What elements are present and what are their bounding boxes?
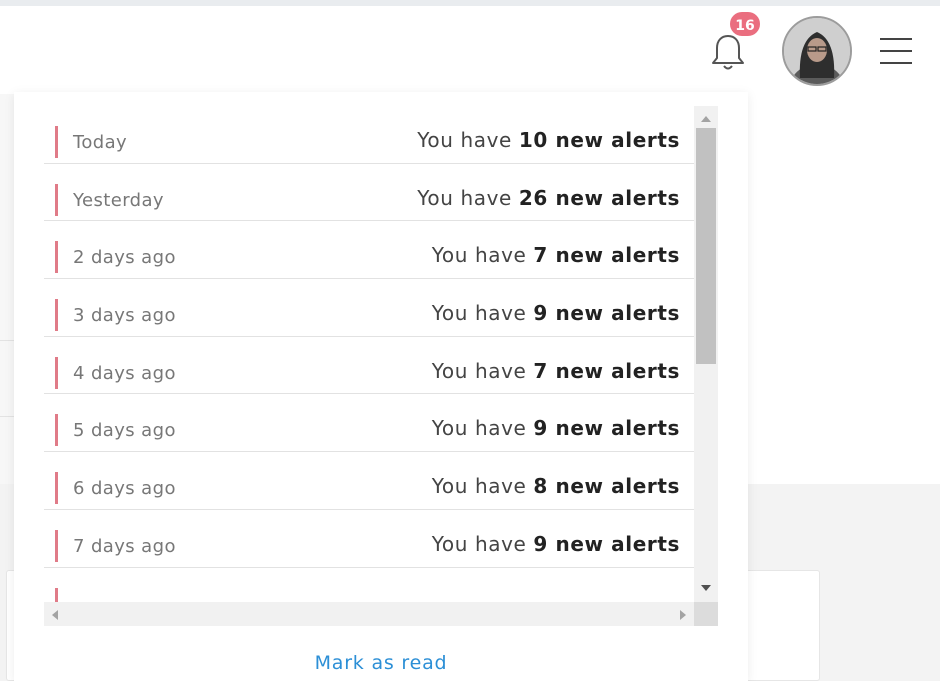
scroll-down-arrow-icon[interactable] bbox=[701, 585, 711, 591]
notifications-list: Today You have 10 new alerts Yesterday Y… bbox=[44, 106, 694, 616]
horizontal-scrollbar[interactable] bbox=[44, 602, 694, 626]
scrollbar-corner bbox=[694, 602, 718, 626]
notification-time: 2 days ago bbox=[73, 247, 176, 269]
scroll-up-arrow-icon[interactable] bbox=[701, 116, 711, 122]
user-avatar[interactable] bbox=[782, 16, 852, 86]
notification-time: 6 days ago bbox=[73, 478, 176, 500]
notification-count-badge: 16 bbox=[728, 10, 762, 38]
mark-as-read-link[interactable]: Mark as read bbox=[14, 652, 748, 674]
notification-item[interactable]: Today You have 10 new alerts bbox=[44, 106, 694, 164]
background-divider bbox=[0, 340, 14, 341]
notification-time: Yesterday bbox=[73, 189, 164, 211]
notification-accent-bar bbox=[55, 183, 58, 216]
notification-message: You have 10 new alerts bbox=[417, 128, 680, 152]
notification-accent-bar bbox=[55, 126, 58, 158]
notification-message: You have 9 new alerts bbox=[431, 416, 680, 441]
vertical-scrollbar[interactable] bbox=[694, 106, 718, 602]
notification-item[interactable]: 2 days ago You have 7 new alerts bbox=[44, 221, 694, 280]
notification-accent-bar bbox=[55, 241, 58, 274]
notification-message: You have 7 new alerts bbox=[431, 243, 680, 268]
notification-item[interactable]: 4 days ago You have 7 new alerts bbox=[44, 337, 694, 395]
notification-message: You have 7 new alerts bbox=[431, 358, 680, 383]
notification-accent-bar bbox=[55, 529, 58, 562]
notification-time: 3 days ago bbox=[73, 305, 176, 327]
notification-message: You have 26 new alerts bbox=[417, 185, 680, 210]
notification-item[interactable]: 6 days ago You have 8 new alerts bbox=[44, 452, 694, 510]
vertical-scroll-thumb[interactable] bbox=[696, 128, 716, 364]
notification-message: You have 9 new alerts bbox=[431, 301, 680, 326]
notification-time: 5 days ago bbox=[73, 420, 176, 442]
notification-time: Today bbox=[73, 132, 128, 153]
notification-item[interactable]: 5 days ago You have 9 new alerts bbox=[44, 394, 694, 453]
notification-accent-bar bbox=[55, 472, 58, 505]
notification-item[interactable]: 3 days ago You have 9 new alerts bbox=[44, 279, 694, 337]
notifications-list-viewport: Today You have 10 new alerts Yesterday Y… bbox=[44, 106, 718, 626]
notifications-dropdown: Today You have 10 new alerts Yesterday Y… bbox=[14, 92, 748, 681]
notification-accent-bar bbox=[55, 356, 58, 389]
scroll-right-arrow-icon[interactable] bbox=[680, 610, 686, 620]
notification-item[interactable]: 7 days ago You have 9 new alerts bbox=[44, 510, 694, 568]
background-divider bbox=[0, 416, 14, 417]
notification-item[interactable]: Yesterday You have 26 new alerts bbox=[44, 164, 694, 222]
notification-accent-bar bbox=[55, 299, 58, 332]
notification-time: 7 days ago bbox=[73, 535, 176, 557]
hamburger-menu-icon[interactable] bbox=[880, 36, 912, 66]
scroll-left-arrow-icon[interactable] bbox=[52, 610, 58, 620]
notification-message: You have 9 new alerts bbox=[431, 531, 680, 556]
notification-accent-bar bbox=[55, 414, 58, 447]
notification-time: 4 days ago bbox=[73, 362, 176, 384]
notification-message: You have 8 new alerts bbox=[431, 474, 680, 499]
